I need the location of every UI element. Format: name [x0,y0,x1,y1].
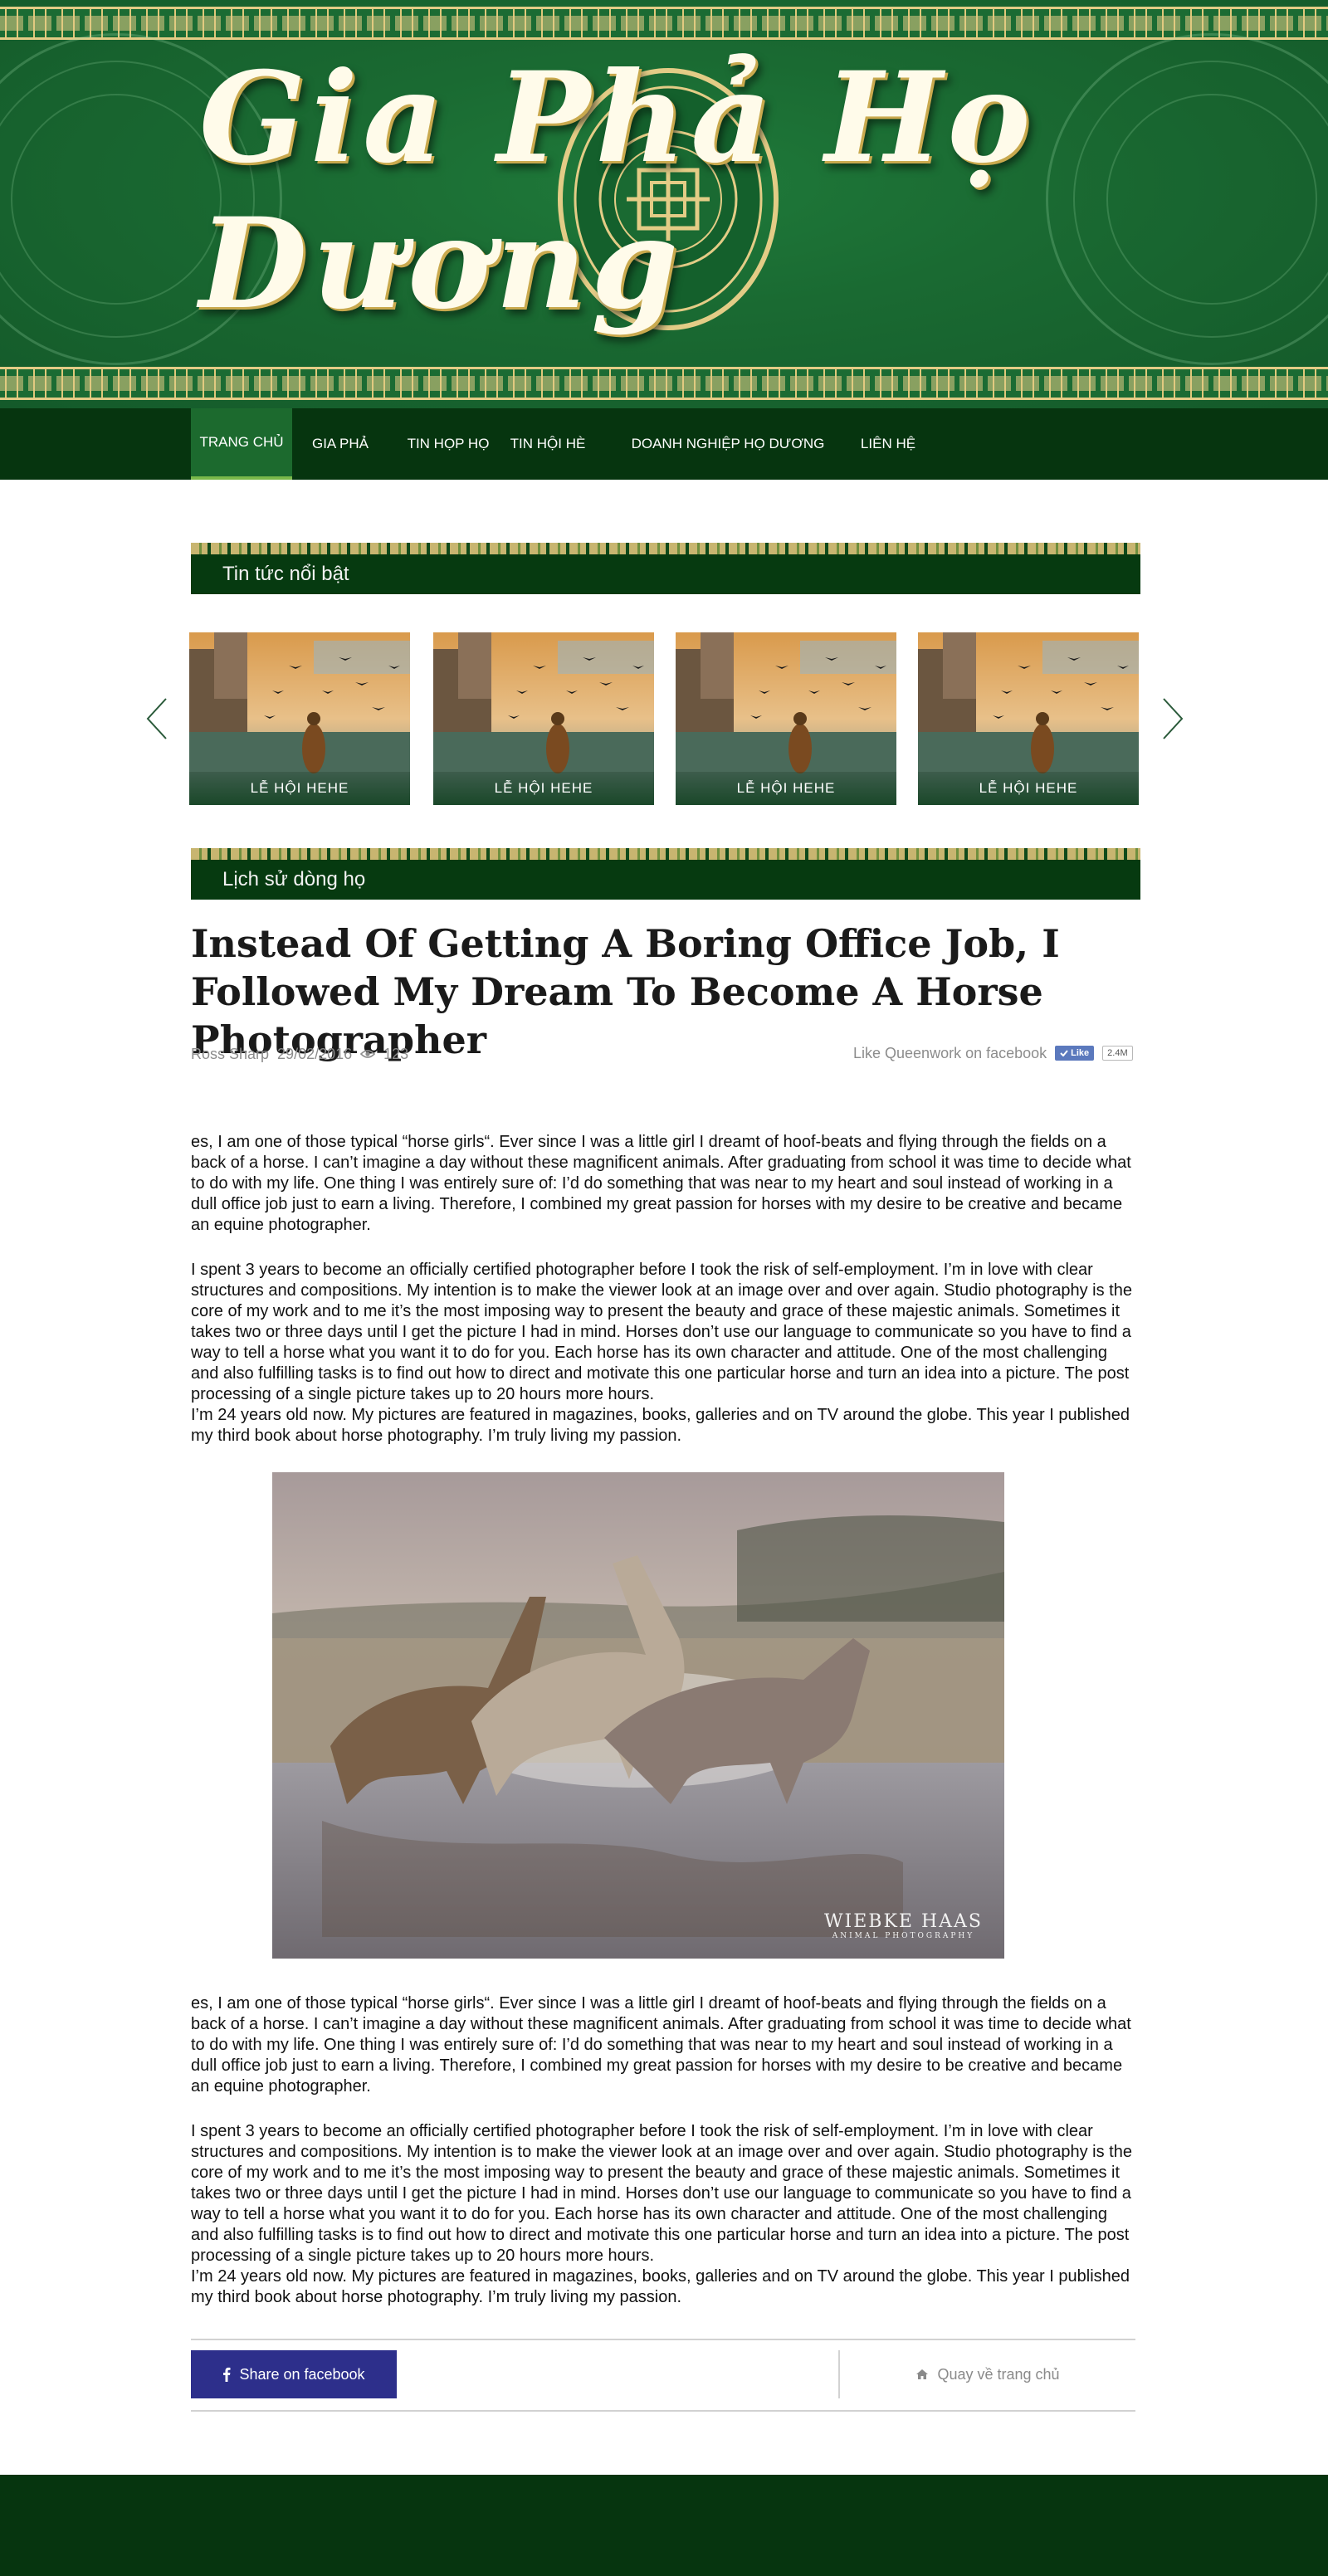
history-header: Lịch sử dòng họ [191,848,1140,900]
main-nav: TRANG CHỦ GIA PHẢ TIN HỌP HỌ TIN HỘI HÈ … [0,408,1328,480]
featured-news-title: Tin tức nổi bật [222,563,349,585]
article-paragraph: I spent 3 years to become an officially … [191,2122,1132,2306]
carousel-prev-button[interactable] [144,695,169,742]
card-caption: LỄ HỘI HEHE [189,772,410,805]
nav-item-festivals[interactable]: TIN HỘI HÈ [498,408,598,480]
nav-item-home[interactable]: TRANG CHỦ [191,408,292,480]
article-horse-photo: WIEBKE HAAS ANIMAL PHOTOGRAPHY [272,1472,1004,1959]
horses-image [272,1472,1004,1959]
share-bar-divider-top [191,2339,1135,2340]
back-to-home-label: Quay về trang chủ [937,2365,1060,2383]
site-footer [0,2475,1328,2576]
check-icon [1060,1050,1068,1056]
header-pattern-strip [191,543,1140,554]
nav-item-contact[interactable]: LIÊN HỆ [847,408,930,480]
header-banner: Gia Phả Họ Dương [0,0,1328,408]
featured-card[interactable]: LỄ HỘI HEHE [918,632,1139,805]
nav-item-family-tree[interactable]: GIA PHẢ [292,408,388,480]
chevron-right-icon [1163,698,1184,739]
article-paragraph: es, I am one of those typical “horse gir… [191,1133,1131,1234]
like-count: 2.4M [1102,1046,1133,1061]
facebook-like-button[interactable]: Like [1055,1046,1095,1061]
banner-bottom-border [0,367,1328,400]
share-bar-divider-bottom [191,2410,1135,2412]
facebook-like-text: Like Queenwork on facebook [853,1044,1047,1061]
back-to-home-link[interactable]: Quay về trang chủ [840,2350,1135,2398]
photo-watermark: WIEBKE HAAS ANIMAL PHOTOGRAPHY [824,1911,983,1940]
article-views: 123 [383,1045,409,1062]
nav-item-businesses[interactable]: DOANH NGHIỆP HỌ DƯƠNG [624,408,832,480]
card-caption: LỄ HỘI HEHE [433,772,654,805]
like-button-label: Like [1071,1048,1090,1058]
article-paragraph: I spent 3 years to become an officially … [191,1261,1132,1445]
card-caption: LỄ HỘI HEHE [676,772,896,805]
share-facebook-button[interactable]: Share on facebook [191,2350,397,2398]
article-author[interactable]: Ross Sharp [191,1046,269,1063]
featured-card[interactable]: LỄ HỘI HEHE [676,632,896,805]
nav-item-clan-meetings[interactable]: TIN HỌP HỌ [398,408,498,480]
banner-top-border [0,7,1328,40]
featured-card[interactable]: LỄ HỘI HEHE [189,632,410,805]
facebook-like-area: Like Queenwork on facebook Like 2.4M [853,1042,1133,1064]
share-facebook-label: Share on facebook [239,2365,365,2383]
carousel-next-button[interactable] [1160,695,1185,742]
watermark-name: WIEBKE HAAS [823,1911,983,1932]
facebook-icon [223,2367,231,2382]
featured-news-header: Tin tức nổi bật [191,543,1140,594]
header-pattern-strip [191,848,1140,860]
article-date: 29/02/2016 [277,1045,353,1062]
site-logo[interactable]: Gia Phả Họ Dương [199,45,1195,337]
featured-card[interactable]: LỄ HỘI HEHE [433,632,654,805]
chevron-left-icon [146,698,167,739]
history-title: Lịch sử dòng họ [222,868,366,890]
article-paragraph: es, I am one of those typical “horse gir… [191,1994,1131,2095]
article-meta: Ross Sharp 29/02/2016 123 [191,1044,408,1064]
home-icon [916,2369,929,2379]
eye-icon [360,1050,376,1058]
watermark-subtitle: ANIMAL PHOTOGRAPHY [832,1932,975,1940]
card-caption: LỄ HỘI HEHE [918,772,1139,805]
